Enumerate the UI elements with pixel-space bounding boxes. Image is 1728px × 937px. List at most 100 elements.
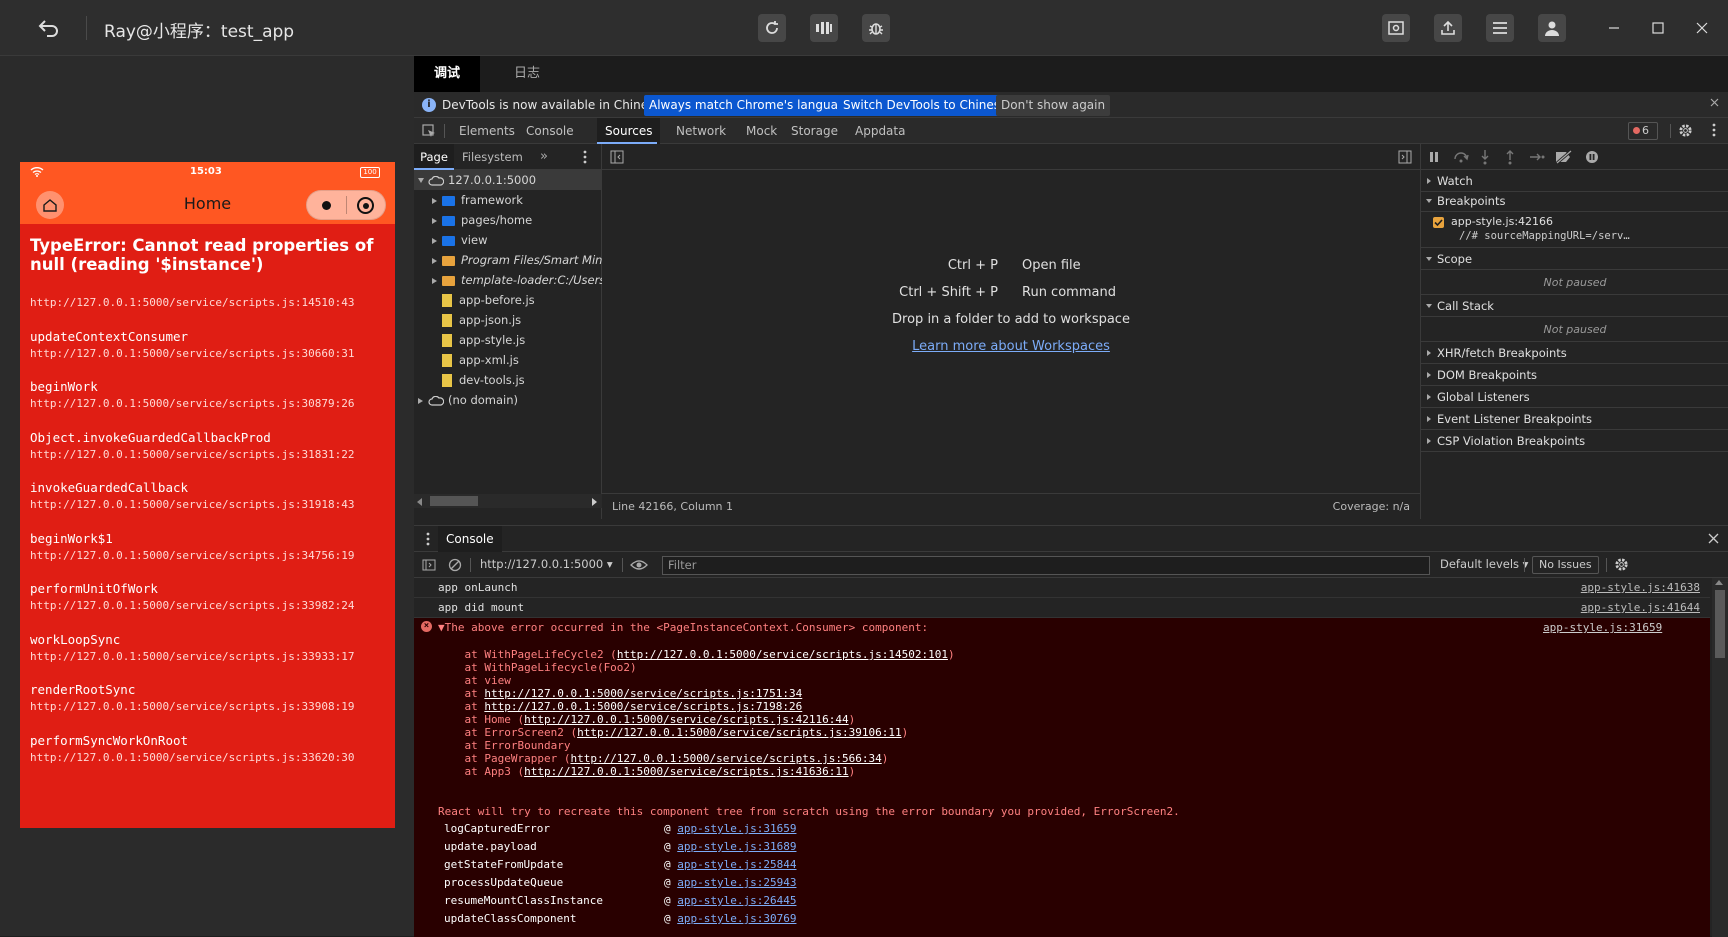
back-icon[interactable] <box>34 14 64 42</box>
stack-url: http://127.0.0.1:5000/service/scripts.js… <box>30 750 355 764</box>
deactivate-breakpoints-icon[interactable] <box>1555 150 1573 164</box>
pause-on-exceptions-icon[interactable] <box>1585 150 1599 164</box>
tree-item[interactable]: (no domain) <box>414 390 602 410</box>
navigator-menu-icon[interactable] <box>583 150 587 164</box>
error-count-badge[interactable]: 6 <box>1628 122 1658 140</box>
console-sidebar-icon[interactable] <box>422 558 436 572</box>
tree-item[interactable]: app-style.js <box>414 330 602 350</box>
tab-debug[interactable]: 调试 <box>414 56 481 92</box>
error-count: 6 <box>1642 124 1649 137</box>
dont-show-button[interactable]: Don't show again <box>996 95 1111 116</box>
call-stack-section[interactable]: Call Stack <box>1421 295 1728 317</box>
tree-item[interactable]: app-xml.js <box>414 350 602 370</box>
step-into-icon[interactable] <box>1480 149 1490 165</box>
sources-navigator: Page Filesystem » 127.0.0.1:5000 framewor… <box>414 144 602 519</box>
settings-icon[interactable] <box>1678 123 1693 138</box>
csp-breakpoints-section[interactable]: CSP Violation Breakpoints <box>1421 430 1728 452</box>
log-source-link[interactable]: app-style.js:41638 <box>1581 578 1700 598</box>
tree-item[interactable]: 127.0.0.1:5000 <box>414 170 602 190</box>
watch-section[interactable]: Watch <box>1421 170 1728 192</box>
tree-item[interactable]: Program Files/Smart MiniA <box>414 250 602 270</box>
console-settings-icon[interactable] <box>1614 557 1629 572</box>
context-selector[interactable]: http://127.0.0.1:5000 ▾ <box>480 557 613 571</box>
tab-storage[interactable]: Storage <box>783 118 846 144</box>
log-levels-dropdown[interactable]: Default levels ▾ <box>1440 557 1528 571</box>
tab-elements[interactable]: Elements <box>451 118 523 144</box>
tab-console[interactable]: Console <box>518 118 582 144</box>
expand-arrow-icon[interactable] <box>418 178 424 183</box>
tab-mock[interactable]: Mock <box>738 118 785 144</box>
collapse-arrow-icon[interactable] <box>432 217 437 224</box>
pause-icon[interactable] <box>1429 151 1439 163</box>
learn-workspaces-link[interactable]: Learn more about Workspaces <box>602 339 1420 354</box>
tree-item[interactable]: view <box>414 230 602 250</box>
dom-breakpoints-section[interactable]: DOM Breakpoints <box>1421 364 1728 386</box>
compile-icon[interactable] <box>810 14 838 42</box>
debug-icon[interactable] <box>862 14 890 42</box>
event-listener-breakpoints-section[interactable]: Event Listener Breakpoints <box>1421 408 1728 430</box>
close-drawer-icon[interactable] <box>1708 533 1719 544</box>
tab-sources[interactable]: Sources <box>597 118 661 144</box>
navigator-tabs: Page Filesystem » <box>414 144 602 170</box>
tab-page[interactable]: Page <box>414 144 454 170</box>
tree-item[interactable]: dev-tools.js <box>414 370 602 390</box>
drawer-menu-icon[interactable] <box>426 532 430 546</box>
preview-icon[interactable] <box>1382 14 1410 42</box>
trace-source[interactable]: @ app-style.js:31659 <box>664 822 796 835</box>
breakpoints-section[interactable]: Breakpoints <box>1421 190 1728 212</box>
stack-url: http://127.0.0.1:5000/service/scripts.js… <box>30 498 355 511</box>
console-filter-input[interactable]: Filter <box>662 556 1430 575</box>
step-icon[interactable] <box>1529 152 1545 162</box>
tree-item-label: framework <box>461 193 523 207</box>
tab-console-drawer[interactable]: Console <box>438 526 502 552</box>
tree-item[interactable]: template-loader:C:/Users/A <box>414 270 602 290</box>
maximize-icon[interactable] <box>1644 14 1672 42</box>
tree-item[interactable]: app-before.js <box>414 290 602 310</box>
collapse-arrow-icon[interactable] <box>432 197 437 204</box>
console-scrollbar[interactable] <box>1712 578 1728 937</box>
more-tabs-icon[interactable]: » <box>540 149 548 164</box>
trace-source[interactable]: @ app-style.js:26445 <box>664 894 796 907</box>
step-over-icon[interactable] <box>1453 151 1469 163</box>
switch-chinese-button[interactable]: Switch DevTools to Chinese <box>838 95 1013 116</box>
refresh-icon[interactable] <box>758 14 786 42</box>
collapse-arrow-icon[interactable] <box>432 257 437 264</box>
log-source-link[interactable]: app-style.js:41644 <box>1581 598 1700 618</box>
match-language-button[interactable]: Always match Chrome's language <box>644 95 858 116</box>
close-icon[interactable] <box>1688 14 1716 42</box>
trace-source[interactable]: @ app-style.js:25844 <box>664 858 796 871</box>
issues-button[interactable]: No Issues <box>1532 556 1599 574</box>
upload-icon[interactable] <box>1434 14 1462 42</box>
tree-item[interactable]: framework <box>414 190 602 210</box>
step-out-icon[interactable] <box>1505 149 1515 165</box>
tree-item[interactable]: app-json.js <box>414 310 602 330</box>
live-expression-icon[interactable] <box>630 559 648 571</box>
global-listeners-section[interactable]: Global Listeners <box>1421 386 1728 408</box>
trace-source[interactable]: @ app-style.js:31689 <box>664 840 796 853</box>
collapse-arrow-icon[interactable] <box>418 397 423 404</box>
clear-console-icon[interactable] <box>448 558 462 572</box>
tree-item[interactable]: pages/home <box>414 210 602 230</box>
inspect-icon[interactable] <box>422 124 436 138</box>
tab-log[interactable]: 日志 <box>494 56 560 92</box>
toggle-debugger-icon[interactable] <box>1398 150 1412 164</box>
collapse-arrow-icon[interactable] <box>432 237 437 244</box>
stack-function: invokeGuardedCallback <box>30 480 189 495</box>
breakpoint-item[interactable]: app-style.js:42166 //# sourceMappingURL=… <box>1421 212 1728 248</box>
trace-source[interactable]: @ app-style.js:30769 <box>664 912 796 925</box>
toggle-navigator-icon[interactable] <box>610 150 624 164</box>
more-menu-icon[interactable] <box>1712 123 1716 137</box>
breakpoint-checkbox[interactable] <box>1433 217 1444 228</box>
tab-filesystem[interactable]: Filesystem <box>462 144 523 170</box>
trace-source[interactable]: @ app-style.js:25943 <box>664 876 796 889</box>
xhr-breakpoints-section[interactable]: XHR/fetch Breakpoints <box>1421 342 1728 364</box>
minimize-icon[interactable] <box>1600 14 1628 42</box>
details-icon[interactable] <box>1486 14 1514 42</box>
close-infobar-icon[interactable] <box>1710 98 1719 107</box>
account-icon[interactable] <box>1538 14 1566 42</box>
tab-network[interactable]: Network <box>668 118 734 144</box>
tab-appdata[interactable]: Appdata <box>847 118 913 144</box>
collapse-arrow-icon[interactable] <box>432 277 437 284</box>
scope-section[interactable]: Scope <box>1421 248 1728 270</box>
horizontal-scrollbar[interactable] <box>414 494 602 508</box>
